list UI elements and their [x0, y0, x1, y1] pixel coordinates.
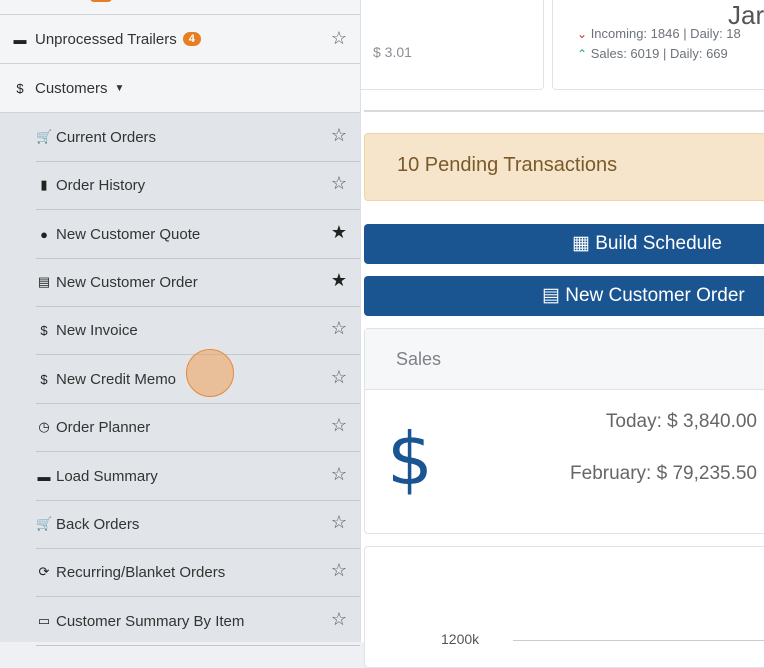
price-value: $ 3.01: [373, 44, 412, 60]
star-icon[interactable]: ☆: [331, 367, 347, 388]
truck-icon: ▬: [13, 31, 27, 47]
star-icon[interactable]: ☆: [331, 125, 347, 146]
submenu-item-label: Back Orders: [56, 515, 140, 533]
pending-transactions-alert[interactable]: 10 Pending Transactions: [364, 133, 764, 201]
file-icon: ▮: [40, 177, 48, 192]
sidebar-item-previous[interactable]: [0, 0, 360, 15]
doc-icon: ▤: [37, 274, 51, 289]
sidebar-item-customers[interactable]: $ Customers ▼: [0, 64, 360, 113]
stat-card-price: $ 3.01: [344, 0, 544, 90]
sidebar: ▬ Unprocessed Trailers 4 ☆ $ Customers ▼…: [0, 0, 361, 646]
badge: [90, 0, 112, 2]
sidebar-item-unprocessed-trailers[interactable]: ▬ Unprocessed Trailers 4 ☆: [0, 15, 360, 64]
submenu-item-label: Current Orders: [56, 128, 157, 146]
sales-month: February: $ 79,235.50: [570, 463, 757, 484]
submenu-item-order-history[interactable]: ▮ Order History ☆: [36, 161, 360, 210]
submenu-item-order-planner[interactable]: ◷ Order Planner ☆: [36, 403, 360, 452]
submenu-item-recurring-blanket-orders[interactable]: ⟳ Recurring/Blanket Orders ☆: [36, 548, 360, 597]
comment-icon: ●: [40, 226, 48, 242]
submenu-item-label: Order History: [56, 176, 146, 194]
count-badge: 4: [182, 32, 201, 46]
divider: [364, 110, 764, 112]
star-icon[interactable]: ☆: [331, 464, 347, 485]
build-schedule-button[interactable]: ▦ Build Schedule: [364, 224, 764, 264]
submenu-item-label: New Customer Order: [56, 273, 198, 291]
star-icon[interactable]: ☆: [331, 560, 347, 581]
sales-line: ⌃ Sales: 6019 | Daily: 669: [577, 46, 728, 61]
submenu-item-new-customer-quote[interactable]: ● New Customer Quote ★: [36, 210, 360, 259]
cart-icon: 🛒: [36, 516, 53, 531]
submenu-item-label: Order Planner: [56, 418, 151, 436]
dollar-icon: $: [16, 80, 24, 96]
chevron-up-icon: ⌃: [577, 47, 588, 61]
sales-card: Sales $ Today: $ 3,840.00 February: $ 79…: [364, 328, 764, 534]
dollar-icon: $: [40, 322, 48, 338]
cart-icon: 🛒: [36, 129, 53, 144]
submenu-item-new-customer-order[interactable]: ▤ New Customer Order ★: [36, 258, 360, 307]
sidebar-item-label: Unprocessed Trailers: [35, 30, 177, 48]
submenu-item-customer-summary-by-item[interactable]: ▭ Customer Summary By Item ☆: [36, 597, 360, 646]
sales-title: Sales: [396, 349, 442, 369]
cursor-indicator: [186, 349, 234, 397]
star-icon[interactable]: ☆: [331, 173, 347, 194]
doc-icon: ▤: [542, 285, 560, 306]
new-customer-order-button[interactable]: ▤ New Customer Order: [364, 276, 764, 316]
clock-icon: ◷: [38, 419, 50, 434]
submenu-item-back-orders[interactable]: 🛒 Back Orders ☆: [36, 500, 360, 549]
submenu-item-label: Customer Summary By Item: [56, 612, 245, 630]
star-icon[interactable]: ☆: [331, 609, 347, 630]
gridline: [513, 640, 764, 641]
submenu-item-load-summary[interactable]: ▬ Load Summary ☆: [36, 452, 360, 501]
dollar-icon: $: [40, 371, 48, 387]
customers-submenu: 🛒 Current Orders ☆ ▮ Order History ☆ ● N…: [0, 113, 360, 646]
star-icon[interactable]: ☆: [331, 415, 347, 436]
incoming-line: ⌄ Incoming: 1846 | Daily: 18: [577, 26, 741, 41]
submenu-item-label: Recurring/Blanket Orders: [56, 563, 226, 581]
submenu-item-label: Load Summary: [56, 467, 158, 485]
refresh-icon: ⟳: [38, 564, 50, 579]
chevron-down-icon: ⌄: [577, 27, 588, 41]
star-icon[interactable]: ☆: [331, 28, 347, 49]
sales-card-header: Sales: [365, 329, 764, 390]
sales-today: Today: $ 3,840.00: [605, 411, 757, 432]
y-tick-label: 1200k: [441, 631, 480, 647]
star-icon[interactable]: ☆: [331, 512, 347, 533]
pending-label: 10 Pending Transactions: [397, 154, 618, 176]
truck-icon: ▬: [37, 468, 51, 484]
submenu-item-new-invoice[interactable]: $ New Invoice ☆: [36, 306, 360, 355]
sidebar-item-label: Customers: [35, 79, 108, 97]
submenu-item-label: New Invoice: [56, 321, 138, 339]
star-filled-icon[interactable]: ★: [331, 222, 347, 243]
submenu-item-label: New Customer Quote: [56, 225, 201, 243]
submenu-item-label: New Credit Memo: [56, 370, 177, 388]
caret-down-icon: ▼: [114, 82, 125, 94]
star-filled-icon[interactable]: ★: [331, 270, 347, 291]
table-icon: ▭: [37, 613, 51, 628]
stat-card-inventory: Jar ⌄ Incoming: 1846 | Daily: 18 ⌃ Sales…: [552, 0, 764, 90]
sales-chart-card: 1200k: [364, 546, 764, 668]
calendar-icon: ▦: [572, 233, 590, 254]
submenu-item-current-orders[interactable]: 🛒 Current Orders ☆: [36, 113, 360, 162]
star-icon[interactable]: ☆: [331, 318, 347, 339]
dollar-icon: $: [387, 417, 433, 501]
